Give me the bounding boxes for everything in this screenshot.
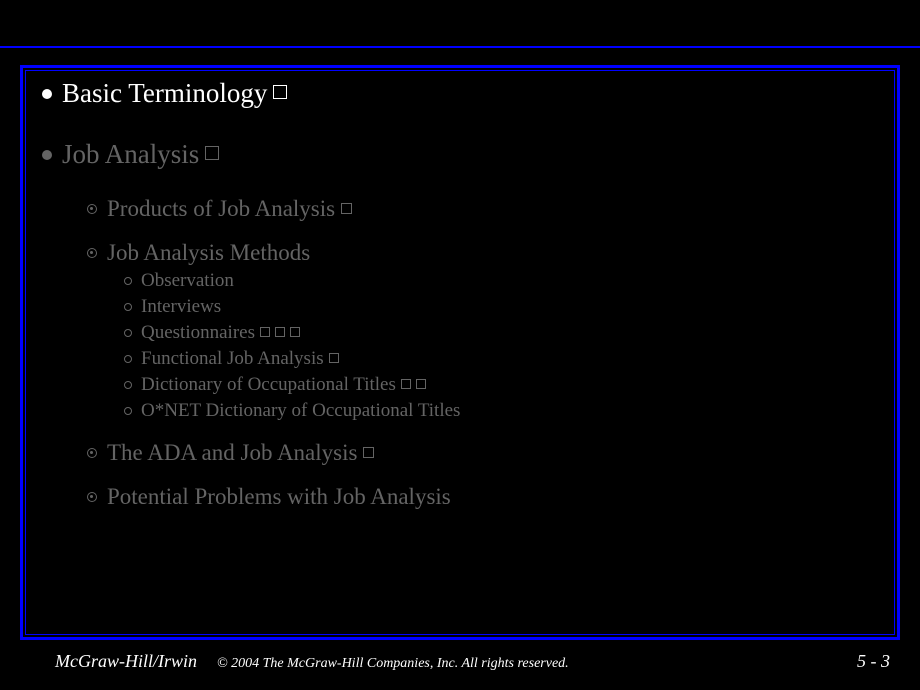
bullet-target-icon	[87, 448, 97, 458]
item-label: Basic Terminology	[62, 78, 267, 109]
slide: Basic Terminology Job Analysis Products …	[0, 0, 920, 690]
item-onet: O*NET Dictionary of Occupational Titles	[124, 400, 882, 422]
item-label: Job Analysis Methods	[107, 240, 310, 266]
top-rule	[0, 46, 920, 48]
item-label: Job Analysis	[62, 139, 199, 170]
item-label: Dictionary of Occupational Titles	[141, 374, 396, 396]
link-square-icon	[273, 85, 287, 99]
link-square-icon	[275, 327, 285, 337]
item-label: O*NET Dictionary of Occupational Titles	[141, 400, 460, 422]
bullet-circle-icon	[124, 355, 132, 363]
bullet-circle-icon	[124, 303, 132, 311]
bullet-circle-icon	[124, 329, 132, 337]
bullet-circle-icon	[124, 381, 132, 389]
item-job-analysis: Job Analysis	[42, 139, 882, 170]
bullet-target-icon	[87, 492, 97, 502]
link-square-icon	[205, 146, 219, 160]
bullet-disc-icon	[42, 150, 52, 160]
footer-publisher: McGraw-Hill/Irwin	[55, 651, 197, 672]
item-fja: Functional Job Analysis	[124, 348, 882, 370]
link-square-icon	[363, 447, 374, 458]
bullet-circle-icon	[124, 407, 132, 415]
outline-content: Basic Terminology Job Analysis Products …	[42, 78, 882, 528]
item-basic-terminology: Basic Terminology	[42, 78, 882, 109]
bullet-circle-icon	[124, 277, 132, 285]
footer-copyright: © 2004 The McGraw-Hill Companies, Inc. A…	[217, 656, 857, 672]
link-square-icon	[260, 327, 270, 337]
bullet-target-icon	[87, 248, 97, 258]
item-label: Potential Problems with Job Analysis	[107, 484, 451, 510]
item-problems: Potential Problems with Job Analysis	[87, 484, 882, 510]
item-label: The ADA and Job Analysis	[107, 440, 357, 466]
item-dot: Dictionary of Occupational Titles	[124, 374, 882, 396]
item-interviews: Interviews	[124, 296, 882, 318]
item-methods: Job Analysis Methods	[87, 240, 882, 266]
item-label: Interviews	[141, 296, 221, 318]
link-square-icon	[329, 353, 339, 363]
slide-footer: McGraw-Hill/Irwin © 2004 The McGraw-Hill…	[0, 651, 920, 672]
item-label: Questionnaires	[141, 322, 255, 344]
link-square-icon	[401, 379, 411, 389]
item-products: Products of Job Analysis	[87, 196, 882, 222]
item-observation: Observation	[124, 270, 882, 292]
bullet-disc-icon	[42, 89, 52, 99]
item-label: Functional Job Analysis	[141, 348, 324, 370]
item-questionnaires: Questionnaires	[124, 322, 882, 344]
link-square-icon	[290, 327, 300, 337]
footer-page-number: 5 - 3	[857, 651, 890, 672]
item-label: Observation	[141, 270, 234, 292]
bullet-target-icon	[87, 204, 97, 214]
item-label: Products of Job Analysis	[107, 196, 335, 222]
link-square-icon	[416, 379, 426, 389]
item-ada: The ADA and Job Analysis	[87, 440, 882, 466]
link-square-icon	[341, 203, 352, 214]
